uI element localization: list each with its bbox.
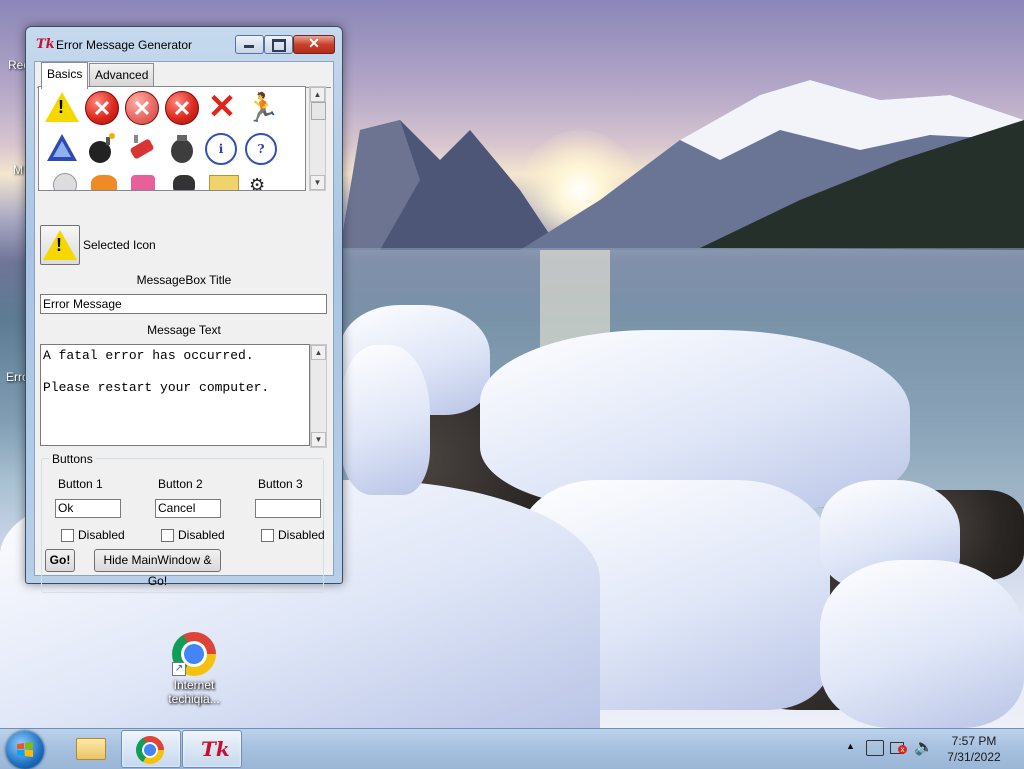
chrome-icon: ↗	[172, 632, 216, 676]
window-title: Error Message Generator	[56, 38, 193, 52]
show-hidden-icons-chevron-icon[interactable]: ▲	[846, 741, 855, 751]
warning-icon: !	[56, 235, 62, 255]
windows-logo-icon	[17, 742, 33, 757]
clock-time: 7:57 PM	[951, 734, 997, 748]
network-error-icon[interactable]: x	[890, 739, 907, 755]
action-center-flag-icon[interactable]	[866, 740, 884, 756]
close-button[interactable]: ✕	[293, 35, 335, 54]
button3-disabled-checkbox[interactable]	[261, 529, 274, 542]
taskbar-tk-app[interactable]: Tk	[182, 730, 242, 768]
desktop-icon-label: Internet	[173, 678, 215, 692]
folder-icon	[76, 738, 106, 760]
info-icon[interactable]: i	[205, 133, 237, 165]
taskbar-chrome[interactable]	[121, 730, 181, 768]
message-text-scrollbar[interactable]: ▲ ▼	[310, 344, 327, 448]
partial-icon[interactable]	[131, 175, 155, 190]
button2-label: Button 2	[158, 477, 203, 491]
volume-icon[interactable]: 🔈	[914, 737, 934, 757]
clock[interactable]: 7:57 PM 7/31/2022	[934, 733, 1014, 765]
partial-icon[interactable]	[173, 175, 195, 190]
tab-advanced[interactable]: Advanced	[89, 63, 155, 86]
scroll-up-arrow-icon[interactable]: ▲	[310, 87, 325, 102]
icon-list-scrollbar[interactable]: ▲ ▼	[309, 86, 326, 191]
partial-icon[interactable]	[53, 173, 77, 190]
ice-block	[820, 560, 1024, 728]
shortcut-arrow-icon: ↗	[172, 662, 186, 676]
partial-icon[interactable]	[91, 175, 117, 190]
hide-main-window-go-button[interactable]: Hide MainWindow & Go!	[94, 549, 221, 588]
minimize-button[interactable]	[235, 35, 264, 54]
taskbar: Tk ▲ x 🔈 7:57 PM 7/31/2022	[0, 728, 1024, 769]
button1-disabled-label: Disabled	[78, 528, 125, 542]
ice-block	[340, 345, 430, 495]
help-icon[interactable]: ?	[245, 133, 277, 165]
button1-input[interactable]: Ok	[55, 499, 121, 518]
desktop-icon-partial-label[interactable]: M	[13, 163, 23, 177]
selected-icon-button[interactable]: !	[40, 225, 80, 265]
desktop-icon-label: techiqia...	[168, 692, 220, 706]
selected-icon-label: Selected Icon	[83, 238, 156, 252]
button3-label: Button 3	[258, 477, 303, 491]
partial-icon[interactable]: ⚙	[249, 175, 275, 190]
icon-list[interactable]: ! ✕ ✕ ✕ ✕ 🏃 i ? ⚙	[38, 86, 306, 191]
running-man-icon[interactable]: 🏃	[245, 91, 280, 125]
button1-label: Button 1	[58, 477, 103, 491]
button3-disabled-label: Disabled	[278, 528, 325, 542]
red-x-icon[interactable]: ✕	[205, 90, 239, 125]
messagebox-title-label: MessageBox Title	[136, 273, 232, 287]
title-bar[interactable]: Tk Error Message Generator ✕	[26, 27, 342, 61]
message-text-label: Message Text	[147, 323, 221, 337]
scrollbar-thumb[interactable]	[311, 102, 326, 120]
tk-app-icon: Tk	[201, 737, 230, 761]
messagebox-title-input[interactable]: Error Message	[40, 294, 327, 314]
button2-disabled-label: Disabled	[178, 528, 225, 542]
button1-disabled-checkbox[interactable]	[61, 529, 74, 542]
message-text-area[interactable]: A fatal error has occurred. Please resta…	[40, 344, 310, 446]
error-x-gray-icon[interactable]: ✕	[125, 91, 159, 125]
button2-disabled-checkbox[interactable]	[161, 529, 174, 542]
partial-icon[interactable]	[209, 175, 239, 190]
warning-icon[interactable]: !	[45, 91, 79, 125]
triangle-icon[interactable]	[45, 131, 79, 165]
minimize-icon	[244, 45, 254, 48]
close-icon: ✕	[308, 35, 320, 51]
tk-app-icon: Tk	[36, 37, 55, 52]
bomb-icon[interactable]	[85, 131, 119, 165]
error-x-icon[interactable]: ✕	[165, 91, 199, 125]
taskbar-file-explorer[interactable]	[60, 730, 118, 766]
maximize-icon	[272, 39, 286, 52]
scroll-up-arrow-icon[interactable]: ▲	[311, 345, 326, 360]
scroll-down-arrow-icon[interactable]: ▼	[311, 432, 326, 447]
grenade-icon[interactable]	[165, 131, 199, 165]
button2-input[interactable]: Cancel	[155, 499, 221, 518]
scroll-down-arrow-icon[interactable]: ▼	[310, 175, 325, 190]
dynamite-icon[interactable]	[125, 131, 159, 165]
error-x-icon[interactable]: ✕	[85, 91, 119, 125]
clock-date: 7/31/2022	[947, 750, 1001, 764]
error-message-generator-window: Tk Error Message Generator ✕ Basics Adva…	[25, 26, 343, 593]
buttons-group-label: Buttons	[49, 452, 96, 466]
window-client-area: Basics Advanced ! ✕ ✕ ✕ ✕ 🏃 i ? ⚙ ▲ ▼ ! …	[34, 61, 334, 593]
start-button[interactable]	[6, 731, 44, 769]
tab-basics[interactable]: Basics	[41, 62, 89, 89]
maximize-button[interactable]	[264, 35, 293, 54]
chrome-icon	[136, 736, 164, 764]
button3-input[interactable]	[255, 499, 321, 518]
desktop-icon-chrome[interactable]: ↗ Internet techiqia...	[157, 632, 231, 706]
go-button[interactable]: Go!	[45, 549, 75, 572]
